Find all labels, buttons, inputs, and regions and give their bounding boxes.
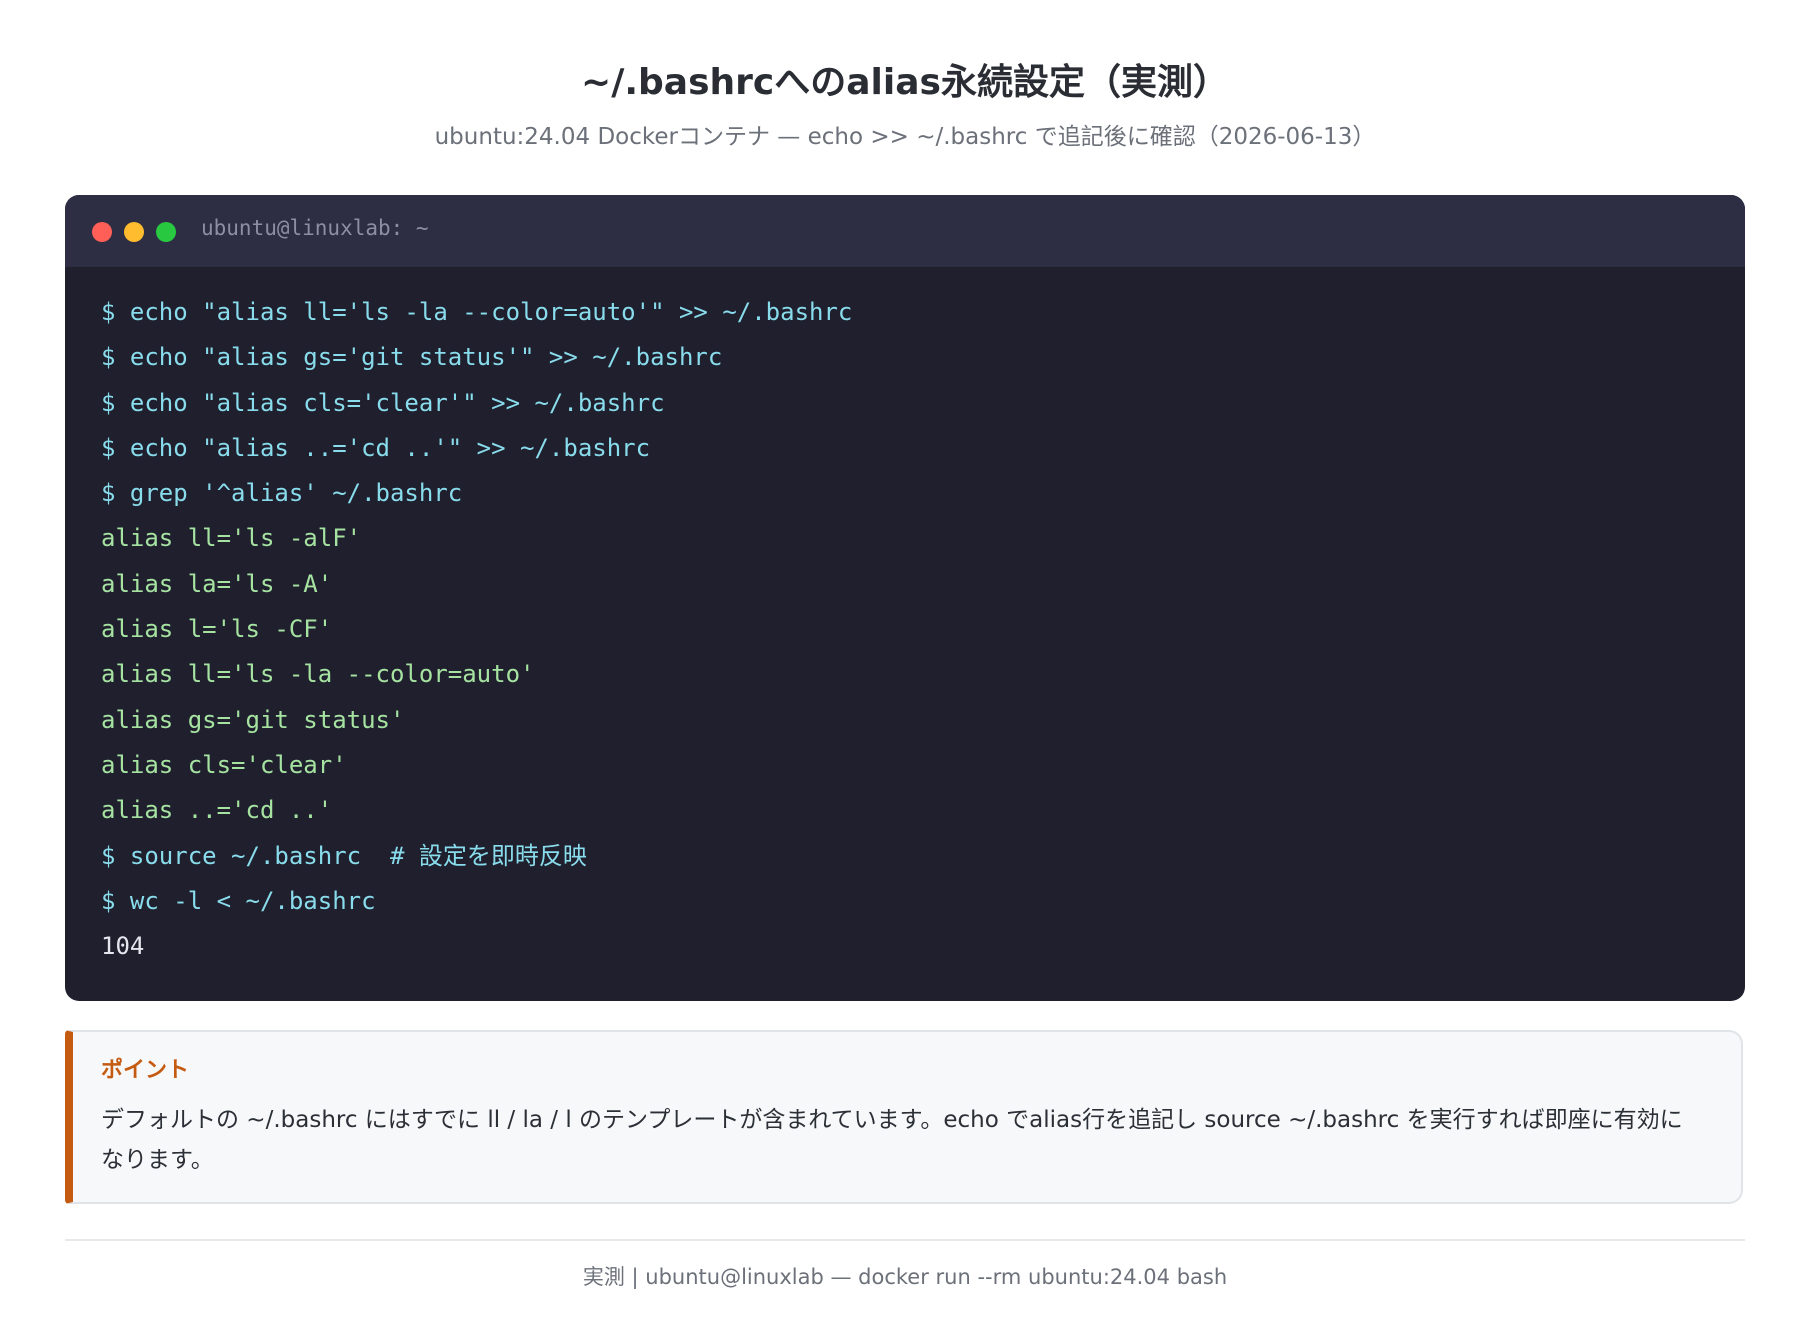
footer-text: 実測 | ubuntu@linuxlab — docker run --rm u…	[582, 1265, 1228, 1289]
terminal-command-line: $ wc -l < ~/.bashrc	[101, 886, 376, 915]
terminal-output-line: alias cls='clear'	[101, 750, 347, 779]
terminal-output[interactable]: $ echo "alias ll='ls -la --color=auto'" …	[101, 292, 1715, 971]
minimize-window-icon[interactable]	[124, 222, 144, 242]
terminal-output-line: alias ..='cd ..'	[101, 796, 333, 825]
page-title: ~/.bashrcへのalias永続設定（実測）	[581, 62, 1229, 103]
tip-callout: ポイント デフォルトの ~/.bashrc にはすでに ll / la / l …	[65, 1030, 1743, 1204]
terminal-output-line: alias ll='ls -la --color=auto'	[101, 660, 535, 689]
terminal-command-line: $ echo "alias ..='cd ..'" >> ~/.bashrc	[101, 433, 651, 462]
callout-text: デフォルトの ~/.bashrc にはすでに ll / la / l のテンプレ…	[101, 1107, 1683, 1173]
terminal-command-line: $ source ~/.bashrc # 設定を即時反映	[101, 841, 587, 870]
terminal-title: ubuntu@linuxlab: ~	[201, 216, 429, 240]
terminal-output-line: alias ll='ls -alF'	[101, 524, 362, 553]
terminal-command-line: $ grep '^alias' ~/.bashrc	[101, 479, 463, 508]
terminal-window[interactable]: ubuntu@linuxlab: ~ $ echo "alias ll='ls …	[65, 195, 1745, 1001]
page: ~/.bashrcへのalias永続設定（実測） ubuntu:24.04 Do…	[65, 0, 1745, 1326]
terminal-command-line: $ echo "alias ll='ls -la --color=auto'" …	[101, 298, 853, 326]
callout-title: ポイント	[101, 1058, 190, 1083]
maximize-window-icon[interactable]	[156, 222, 176, 242]
terminal-output-line: alias gs='git status'	[101, 705, 405, 734]
terminal-output-line: 104	[101, 932, 145, 961]
close-window-icon[interactable]	[92, 222, 112, 242]
terminal-command-line: $ echo "alias gs='git status'" >> ~/.bas…	[101, 343, 723, 372]
footer-divider	[65, 1239, 1745, 1241]
page-subtitle: ubuntu:24.04 Dockerコンテナ — echo >> ~/.bas…	[434, 124, 1376, 150]
terminal-output-line: alias la='ls -A'	[101, 569, 333, 598]
terminal-output-line: alias l='ls -CF'	[101, 615, 333, 644]
terminal-command-line: $ echo "alias cls='clear'" >> ~/.bashrc	[101, 388, 665, 417]
terminal-title-bar[interactable]: ubuntu@linuxlab: ~	[65, 195, 1745, 267]
